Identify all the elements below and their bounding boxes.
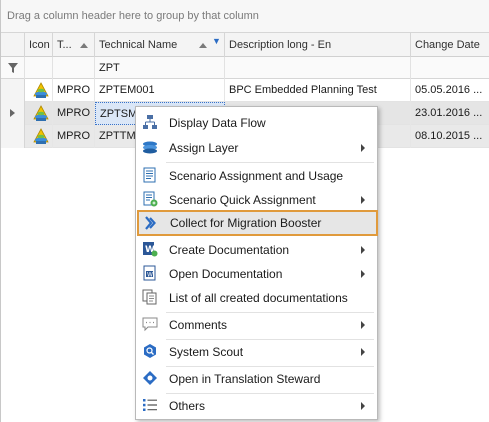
planning-model-icon bbox=[33, 105, 49, 121]
create-doc-icon: W bbox=[143, 242, 158, 257]
group-panel[interactable]: Drag a column header here to group by th… bbox=[1, 0, 489, 33]
layer-icon bbox=[143, 141, 157, 154]
translation-icon bbox=[143, 371, 157, 385]
filter-cell-icon[interactable] bbox=[25, 57, 53, 79]
group-panel-hint: Drag a column header here to group by th… bbox=[7, 10, 259, 22]
row-indicator[interactable] bbox=[1, 125, 25, 148]
row-indicator[interactable] bbox=[1, 79, 25, 102]
row-change-date-cell: 08.10.2015 ... bbox=[415, 130, 483, 142]
submenu-arrow-icon bbox=[361, 348, 365, 356]
menu-item-label: Scenario Quick Assignment bbox=[169, 193, 316, 207]
menu-item-collect-migration-booster[interactable]: Collect for Migration Booster bbox=[137, 210, 378, 236]
table-row[interactable]: MPRO ZPTEM001 BPC Embedded Planning Test… bbox=[1, 79, 489, 102]
menu-item-scenario-assignment[interactable]: Scenario Assignment and Usage bbox=[136, 163, 377, 188]
filter-cell-description[interactable] bbox=[225, 57, 411, 79]
row-indicator[interactable] bbox=[1, 102, 25, 125]
svg-text:W: W bbox=[147, 271, 153, 278]
open-doc-icon: W bbox=[143, 265, 156, 281]
menu-item-open-translation-steward[interactable]: Open in Translation Steward bbox=[136, 366, 377, 391]
header-change-date[interactable]: Change Date bbox=[411, 33, 489, 57]
filter-cell-type[interactable] bbox=[53, 57, 95, 79]
menu-item-label: Scenario Assignment and Usage bbox=[169, 169, 344, 183]
submenu-arrow-icon bbox=[361, 321, 365, 329]
sort-ascending-icon bbox=[80, 43, 88, 48]
submenu-arrow-icon bbox=[361, 246, 365, 254]
menu-item-label: List of all created documentations bbox=[169, 291, 348, 305]
menu-item-system-scout[interactable]: System Scout bbox=[136, 339, 377, 364]
system-scout-icon bbox=[144, 344, 156, 358]
menu-item-label: Open Documentation bbox=[169, 267, 283, 281]
row-technical-name-cell: ZPTEM001 bbox=[95, 79, 225, 102]
row-icon-cell bbox=[25, 102, 53, 125]
row-type-cell: MPRO bbox=[53, 125, 95, 148]
menu-item-assign-layer[interactable]: Assign Layer bbox=[136, 135, 377, 160]
header-type[interactable]: T... bbox=[53, 33, 95, 57]
submenu-arrow-icon bbox=[361, 402, 365, 410]
row-type-cell: MPRO bbox=[53, 79, 95, 102]
row-type-cell: MPRO bbox=[53, 102, 95, 125]
row-icon-cell bbox=[25, 79, 53, 102]
menu-item-scenario-quick-assignment[interactable]: Scenario Quick Assignment bbox=[136, 187, 377, 212]
row-description-cell: BPC Embedded Planning Test bbox=[225, 79, 411, 102]
menu-item-open-documentation[interactable]: W Open Documentation bbox=[136, 261, 377, 286]
column-header-row: Icon T... Technical Name ▼ Description lo… bbox=[1, 33, 489, 57]
menu-item-display-data-flow[interactable]: Display Data Flow bbox=[136, 110, 377, 135]
data-flow-icon bbox=[143, 115, 157, 129]
menu-item-create-documentation[interactable]: W Create Documentation bbox=[136, 237, 377, 262]
scenario-doc-icon bbox=[143, 167, 156, 183]
current-row-arrow-icon bbox=[10, 109, 15, 117]
menu-item-others[interactable]: Others bbox=[136, 393, 377, 418]
row-change-date-cell: 05.05.2016 ... bbox=[415, 84, 483, 96]
header-change-date-label: Change Date bbox=[415, 39, 480, 51]
row-icon-cell bbox=[25, 125, 53, 148]
header-description[interactable]: Description long - En bbox=[225, 33, 411, 57]
header-description-label: Description long - En bbox=[229, 39, 332, 51]
header-indicator bbox=[1, 33, 25, 57]
comment-icon bbox=[142, 317, 158, 332]
context-menu: Display Data Flow Assign Layer Scenario … bbox=[135, 106, 378, 420]
submenu-arrow-icon bbox=[361, 144, 365, 152]
menu-item-comments[interactable]: Comments bbox=[136, 312, 377, 337]
row-change-date-cell: 23.01.2016 ... bbox=[415, 107, 483, 119]
filter-active-icon[interactable]: ▼ bbox=[212, 36, 221, 46]
menu-item-label: Comments bbox=[169, 318, 228, 332]
list-icon bbox=[143, 399, 157, 411]
sort-ascending-icon bbox=[199, 43, 207, 48]
menu-item-label: Open in Translation Steward bbox=[169, 372, 321, 386]
planning-model-icon bbox=[33, 128, 49, 144]
header-technical-name-label: Technical Name bbox=[99, 39, 178, 51]
doc-list-icon bbox=[142, 289, 157, 305]
submenu-arrow-icon bbox=[361, 270, 365, 278]
planning-model-icon bbox=[33, 82, 49, 98]
header-icon-label: Icon bbox=[29, 39, 50, 51]
header-type-label: T... bbox=[57, 39, 72, 51]
header-icon[interactable]: Icon bbox=[25, 33, 53, 57]
filter-value: ZPT bbox=[99, 62, 120, 74]
filter-cell-technical-name[interactable]: ZPT bbox=[95, 57, 225, 79]
filter-row-indicator bbox=[1, 57, 25, 79]
submenu-arrow-icon bbox=[361, 196, 365, 204]
migration-booster-icon bbox=[145, 216, 156, 230]
header-technical-name[interactable]: Technical Name ▼ bbox=[95, 33, 225, 57]
menu-item-label: Assign Layer bbox=[169, 141, 239, 155]
menu-item-label: Collect for Migration Booster bbox=[170, 216, 322, 230]
menu-item-label: Display Data Flow bbox=[169, 116, 266, 130]
quick-assign-icon bbox=[143, 191, 158, 207]
filter-cell-change-date[interactable] bbox=[411, 57, 489, 79]
auto-filter-row: ZPT bbox=[1, 57, 489, 79]
menu-item-label: Create Documentation bbox=[169, 243, 290, 257]
menu-item-label: System Scout bbox=[169, 345, 244, 359]
menu-item-list-created-documentations[interactable]: List of all created documentations bbox=[136, 285, 377, 310]
filter-icon bbox=[8, 63, 18, 73]
menu-item-label: Others bbox=[169, 399, 206, 413]
